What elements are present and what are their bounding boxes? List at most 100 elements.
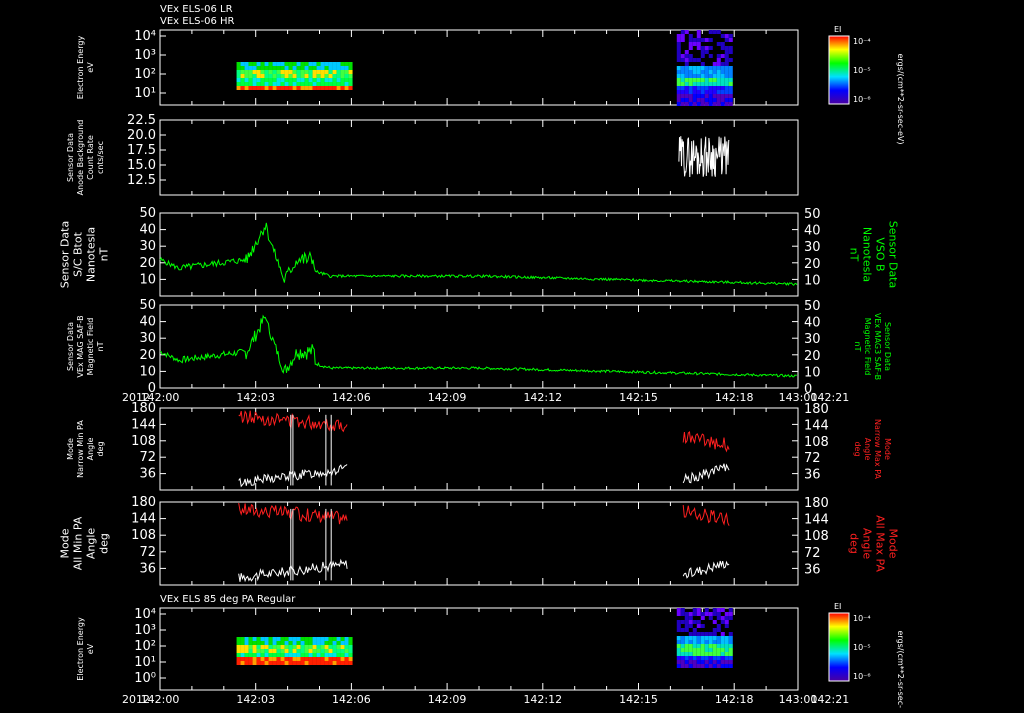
spectrogram-cell (692, 74, 697, 78)
spectrogram-cell (244, 86, 249, 90)
spectrogram-cell (348, 645, 353, 649)
y-tick-label: 50 (139, 206, 156, 221)
spectrogram-cell (728, 660, 733, 664)
y-axis-label-line: Angle (85, 528, 98, 560)
spectrogram-cell (296, 78, 301, 82)
spectrogram-cell (336, 74, 341, 78)
right-axis-label-line: All Max PA (874, 515, 887, 572)
spectrogram-cell (328, 78, 333, 82)
spectrogram-cell (688, 78, 693, 82)
spectrogram-cell (708, 38, 713, 42)
spectrogram-cell (260, 649, 265, 653)
spectrogram-cell (716, 58, 721, 62)
spectrogram-cell (328, 70, 333, 74)
spectrogram-cell (680, 78, 685, 82)
spectrogram-cell (720, 82, 725, 86)
spectrogram-cell (272, 70, 277, 74)
spectrogram-cell (696, 664, 701, 668)
spectrogram-cell (288, 645, 293, 649)
spectrogram-cell (332, 62, 337, 66)
y-tick-label: 20 (139, 348, 156, 363)
spectrogram-cell (692, 644, 697, 648)
spectrogram-cell (340, 74, 345, 78)
spectrogram-cell (296, 66, 301, 70)
right-axis-label-line: deg (853, 441, 862, 456)
spectrogram-cell (700, 612, 705, 616)
right-y-tick-label: 20 (804, 349, 821, 364)
spectrogram-cell (692, 102, 697, 106)
spectrogram-cell (720, 644, 725, 648)
y-axis-label: Electron Energy eV (76, 36, 95, 100)
spectrogram-cell (688, 102, 693, 106)
spectrogram-cell (236, 70, 241, 74)
spectrogram-cell (708, 86, 713, 90)
spectrogram-cell (244, 82, 249, 86)
spectrogram-cell (276, 66, 281, 70)
spectrogram-cell (720, 62, 725, 66)
spectrogram-cell (680, 98, 685, 102)
right-axis-label-line: Magnetic Field (863, 318, 872, 376)
spectrogram-cell (288, 62, 293, 66)
spectrogram-cell (704, 78, 709, 82)
spectrogram-cell (728, 78, 733, 82)
y-axis-label-line: VEx MAG SAF-B (76, 315, 85, 377)
spectrogram-cell (284, 62, 289, 66)
spectrogram-cell (676, 640, 681, 644)
spectrogram-cell (720, 616, 725, 620)
spectrogram-cell (244, 74, 249, 78)
spectrogram-cell (236, 74, 241, 78)
spectrogram-cell (708, 648, 713, 652)
series-anode-background (678, 136, 730, 178)
right-y-tick-label: 50 (804, 207, 821, 222)
spectrogram-cell (724, 82, 729, 86)
x-axis-labels-2: 2012142:00 142:03 142:06 142:09 142:12 142:15… (122, 693, 849, 706)
spectrogram-cell (244, 70, 249, 74)
spectrogram-cell (688, 66, 693, 70)
y-axis-label: Sensor Data VEx MAG SAF-B Magnetic Field nT (66, 315, 105, 377)
spectrogram-cell (716, 652, 721, 656)
spectrogram-cell (724, 54, 729, 58)
y-tick-label: 10⁴ (134, 607, 156, 622)
x-axis-labels-1: 2012142:00 142:03 142:06 142:09 142:12 142:15… (122, 391, 849, 404)
spectrogram-cell (680, 82, 685, 86)
spectrogram-cell (720, 74, 725, 78)
spectrogram-cell (680, 102, 685, 106)
spectrogram-cell (704, 660, 709, 664)
spectrogram-cell (240, 66, 245, 70)
spectrogram-cell (708, 98, 713, 102)
spectrogram-cell (704, 38, 709, 42)
y-tick-label: 144 (131, 512, 156, 527)
spectrogram-cell (312, 74, 317, 78)
spectrogram-cell (296, 661, 301, 665)
right-y-tick-label: 10 (804, 365, 821, 380)
right-y-tick-label: 108 (804, 529, 829, 544)
spectrogram-cell (728, 102, 733, 106)
spectrogram-cell (316, 66, 321, 70)
x-axis-tick-label: 143:00 (779, 391, 818, 404)
spectrogram-cell (348, 653, 353, 657)
spectrogram-cell (264, 661, 269, 665)
spectrogram-cell (328, 649, 333, 653)
spectrogram-cell (700, 62, 705, 66)
series-line (159, 314, 797, 378)
series-background (678, 136, 730, 178)
spectrogram-cell (332, 82, 337, 86)
spectrogram-cell (244, 649, 249, 653)
spectrogram-cell (700, 102, 705, 106)
spectrogram-cell (692, 70, 697, 74)
spectrogram-cell (336, 62, 341, 66)
y-tick-label: 72 (139, 545, 156, 560)
spectrogram-cell (312, 645, 317, 649)
spectrogram-cell (720, 648, 725, 652)
spectrogram-cell (300, 86, 305, 90)
spectrogram-cell (304, 661, 309, 665)
spectrogram-cell (724, 98, 729, 102)
spectrogram-cell (700, 50, 705, 54)
spectrogram-cell (676, 660, 681, 664)
spectrogram-cell (688, 652, 693, 656)
spectrogram-cell (264, 641, 269, 645)
y-tick-label: 10² (134, 67, 156, 82)
spectrogram-cell (676, 648, 681, 652)
spectrogram-cell (252, 645, 257, 649)
spectrogram-cell (316, 637, 321, 641)
